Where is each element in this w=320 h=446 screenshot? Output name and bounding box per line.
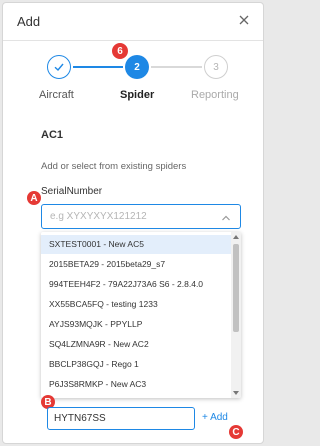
- new-serial-input[interactable]: [47, 407, 195, 430]
- scroll-thumb[interactable]: [233, 244, 239, 332]
- scroll-down-arrow-icon[interactable]: [233, 391, 239, 395]
- step-spider-indicator[interactable]: 2: [125, 55, 149, 79]
- serial-number-select[interactable]: [41, 204, 241, 229]
- serial-number-label: SerialNumber: [41, 186, 103, 197]
- annotation-badge-a: A: [27, 191, 41, 205]
- step-connector-2: [151, 66, 202, 68]
- dropdown-scrollbar[interactable]: [231, 232, 241, 398]
- list-item[interactable]: 994TEEH4F2 - 79A22J73A6 S6 - 2.8.4.0: [41, 275, 231, 294]
- dialog-header: Add: [3, 3, 263, 41]
- step-connector-1: [73, 66, 123, 68]
- list-item[interactable]: BBCLP38GQJ - Rego 1: [41, 355, 231, 374]
- scroll-up-arrow-icon[interactable]: [233, 235, 239, 239]
- dialog-title: Add: [17, 14, 41, 29]
- step-label-aircraft: Aircraft: [39, 89, 74, 101]
- section-title: AC1: [41, 129, 64, 141]
- close-icon[interactable]: [235, 11, 253, 29]
- annotation-badge-6: 6: [110, 41, 130, 61]
- chevron-up-icon[interactable]: [220, 211, 232, 223]
- list-item[interactable]: SQ4LZMNA9R - New AC2: [41, 335, 231, 354]
- list-item[interactable]: AYJS93MQJK - PPYLLP: [41, 315, 231, 334]
- step-label-spider: Spider: [120, 89, 155, 101]
- step-label-reporting: Reporting: [191, 89, 239, 101]
- list-item[interactable]: XX55BCA5FQ - testing 1233: [41, 295, 231, 314]
- annotation-badge-c: C: [229, 425, 243, 439]
- list-item[interactable]: 2015BETA29 - 2015beta29_s7: [41, 255, 231, 274]
- step-reporting-indicator[interactable]: 3: [204, 55, 228, 79]
- list-item[interactable]: P6J3S8RMKP - New AC3: [41, 375, 231, 394]
- serial-number-search-input[interactable]: [48, 207, 216, 226]
- step-aircraft-check-icon[interactable]: [47, 55, 71, 79]
- list-item[interactable]: SXTEST0001 - New AC5: [41, 235, 231, 254]
- serial-number-dropdown: SXTEST0001 - New AC5 2015BETA29 - 2015be…: [41, 232, 241, 398]
- add-dialog: Add 2 3 Aircraft Spider Reporting 6 AC1 …: [2, 2, 264, 444]
- add-button[interactable]: + Add: [202, 412, 228, 423]
- helper-text: Add or select from existing spiders: [41, 161, 187, 172]
